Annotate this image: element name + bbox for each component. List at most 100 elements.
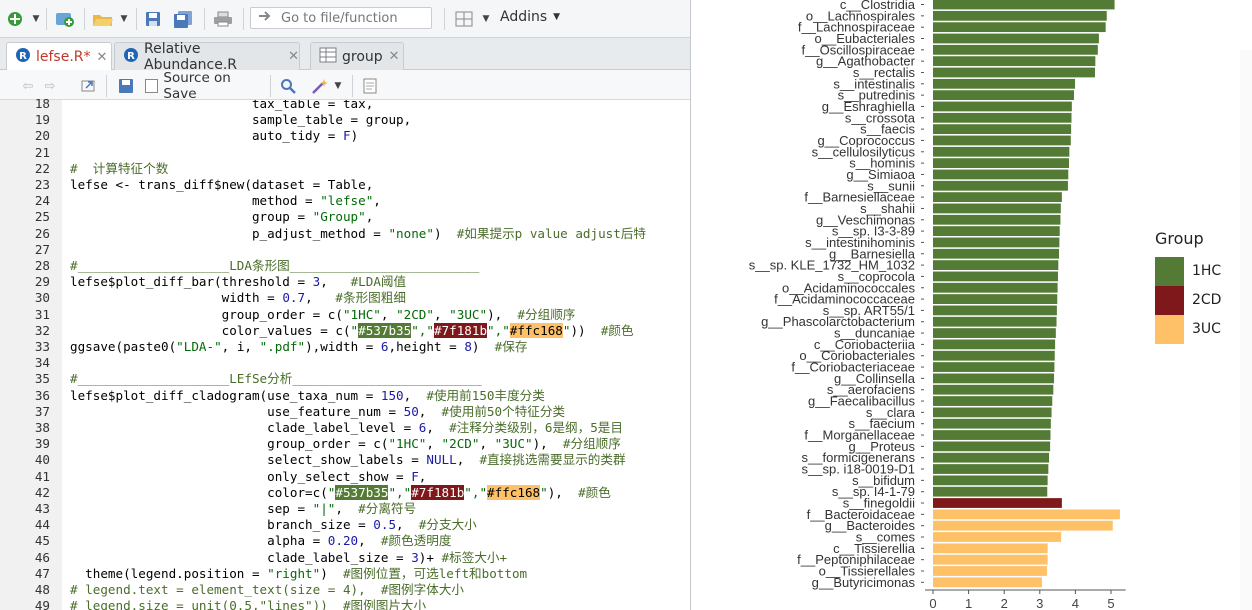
code-line: lefse$plot_diff_bar(threshold = 3, #LDA阈…	[70, 274, 406, 290]
code-token: method =	[70, 193, 321, 209]
show-in-window-icon[interactable]	[78, 76, 98, 96]
code-token: #7f181b	[411, 484, 465, 500]
close-tab-icon[interactable]: ✕	[97, 50, 108, 65]
new-file-icon[interactable]	[4, 9, 26, 29]
code-token: F	[411, 468, 419, 484]
code-token: F	[342, 128, 351, 144]
source-on-save-checkbox[interactable]: Source on Save	[145, 70, 263, 102]
code-token: #使用前50个特征分类	[441, 403, 566, 419]
code-token: color_values = c(	[70, 322, 351, 338]
rstudio-window: ▼ ▼ Go to file/function ▼ Addins ▼ R lef…	[0, 0, 1252, 610]
code-token: ),	[547, 484, 579, 500]
code-token: alpha =	[70, 533, 328, 549]
code-token: ))	[570, 322, 601, 338]
code-line: use_feature_num = 50, #使用前50个特征分类	[70, 404, 565, 420]
line-number: 27	[34, 241, 50, 257]
code-tools-dropdown-icon[interactable]: ▼	[332, 76, 344, 96]
back-arrow-icon[interactable]: ⇦	[18, 76, 38, 96]
code-line: select_show_labels = NULL, #直接挑选需要显示的类群	[70, 452, 625, 468]
code-token: theme(legend.position =	[70, 565, 268, 581]
addins-menu[interactable]: Addins ▼	[500, 9, 560, 25]
bar	[933, 56, 1096, 67]
code-token: #使用前150丰度分类	[426, 387, 545, 403]
plot-scrollbar[interactable]	[1240, 50, 1252, 610]
data-table-icon	[319, 47, 337, 67]
save-icon[interactable]	[142, 9, 164, 29]
y-tick-label: g__Butyricimonas	[812, 575, 916, 590]
bar	[933, 158, 1069, 169]
addins-label: Addins	[500, 9, 548, 25]
compile-report-icon[interactable]	[360, 76, 380, 96]
tab-label: Relative Abundance.R	[144, 40, 238, 73]
bar	[933, 44, 1098, 55]
line-number: 49	[34, 598, 50, 610]
search-icon[interactable]	[278, 76, 298, 96]
code-line: # legend.size = unit(0.5,"lines")) #图例图片…	[70, 598, 426, 610]
code-token: width =	[70, 290, 283, 306]
legend-label-1hc: 1HC	[1192, 263, 1222, 279]
code-token: select_show_labels =	[70, 452, 427, 468]
code-token: ,	[403, 387, 427, 403]
line-number: 28	[34, 258, 50, 273]
code-line: group_order = c("1HC", "2CD", "3UC"), #分…	[70, 436, 621, 452]
code-token: sample_table = group,	[70, 112, 412, 128]
bar	[933, 486, 1048, 497]
goto-file-function-input[interactable]: Go to file/function	[250, 7, 432, 29]
close-tab-icon[interactable]: ✕	[288, 49, 299, 64]
line-number: 39	[34, 436, 50, 452]
code-line: group = "Group",	[70, 209, 373, 225]
code-token: )	[320, 565, 343, 581]
open-file-dropdown-icon[interactable]: ▼	[118, 9, 130, 29]
new-project-icon[interactable]	[52, 9, 78, 29]
code-token: ggsave(paste0(	[70, 339, 177, 354]
code-line: sep = "|", #分离符号	[70, 501, 416, 517]
line-number: 29	[34, 274, 50, 290]
checkbox-icon	[145, 79, 159, 93]
bar	[933, 248, 1060, 259]
code-token: #分支大小	[418, 517, 477, 533]
line-number: 18	[34, 96, 50, 111]
pane-layout-dropdown-icon[interactable]: ▼	[480, 9, 492, 29]
line-number: 31	[34, 306, 50, 322]
code-token: ,	[426, 420, 450, 435]
tab-group[interactable]: group ✕	[310, 42, 404, 70]
bar	[933, 316, 1057, 327]
code-line: branch_size = 0.5, #分支大小	[70, 517, 477, 533]
code-line: lefse$plot_diff_cladogram(use_taxa_num =…	[70, 388, 545, 404]
line-number: 19	[34, 112, 50, 128]
pane-layout-icon[interactable]	[452, 9, 476, 29]
save-file-icon[interactable]	[116, 76, 136, 96]
tab-lefse-r[interactable]: R lefse.R* ✕	[6, 42, 112, 71]
code-line: p_adjust_method = "none") #如果提示p value a…	[70, 226, 646, 242]
close-tab-icon[interactable]: ✕	[389, 49, 400, 64]
code-token: clade_label_level =	[70, 420, 419, 435]
new-file-dropdown-icon[interactable]: ▼	[30, 9, 42, 29]
code-tools-wand-icon[interactable]	[310, 76, 330, 96]
code-token: # 计算特征个数	[70, 160, 169, 176]
line-number: 34	[34, 355, 50, 371]
line-number: 43	[34, 501, 50, 516]
code-token: )	[350, 128, 359, 144]
code-token: #颜色透明度	[380, 533, 452, 549]
code-token: #____________________LDA条形图_____________…	[70, 258, 480, 273]
code-editor[interactable]: tax_table = tax, sample_table = group, a…	[70, 100, 690, 610]
code-token: #____________________LEfSe分析____________…	[70, 371, 482, 387]
forward-arrow-icon[interactable]: ⇨	[40, 76, 60, 96]
code-token: lefse$plot_diff_bar(threshold =	[70, 274, 313, 290]
line-number: 42	[34, 484, 50, 500]
code-token: ","	[487, 322, 510, 338]
code-token: ,	[305, 290, 336, 306]
code-line: method = "lefse",	[70, 193, 381, 209]
bar	[933, 532, 1062, 542]
code-token: #分组顺序	[562, 436, 621, 452]
tab-relative-abundance-r[interactable]: R Relative Abundance.R ✕	[114, 40, 300, 73]
x-tick-label: 3	[1036, 596, 1043, 610]
open-file-icon[interactable]	[90, 9, 116, 29]
code-token: "Group"	[312, 209, 366, 225]
save-all-icon[interactable]	[170, 9, 196, 29]
print-icon[interactable]	[210, 9, 236, 29]
line-number: 41	[34, 468, 50, 484]
code-token: ,	[380, 306, 397, 322]
bar	[933, 328, 1056, 338]
bar	[933, 0, 1115, 10]
